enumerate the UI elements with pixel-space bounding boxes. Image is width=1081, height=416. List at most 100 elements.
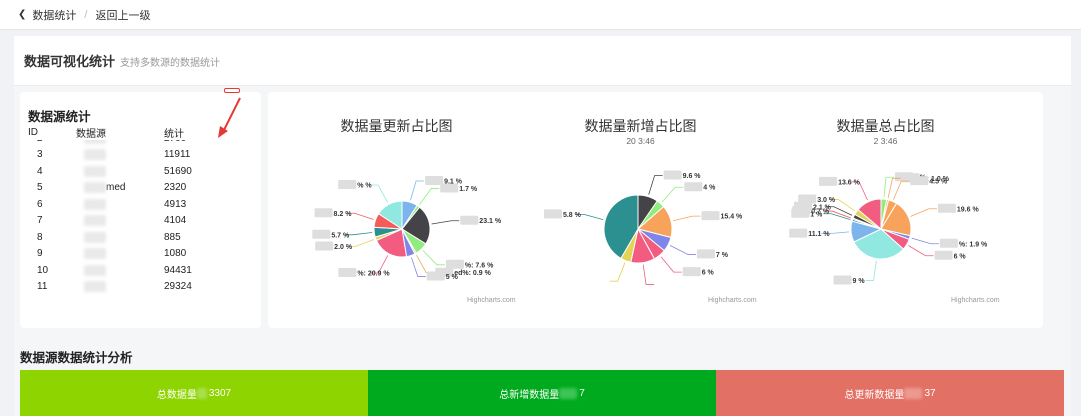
table-row: 8 885 (28, 229, 248, 246)
cell-name (76, 140, 164, 144)
analysis-title: 数据源数据统计分析 (20, 351, 133, 365)
chart-credit[interactable]: Highcharts.com (467, 297, 516, 304)
redacted-mask (426, 271, 445, 281)
redacted-mask (196, 387, 207, 399)
data-label: 2.1 % (813, 204, 832, 211)
cell-id: 9 (37, 248, 43, 260)
connector-line (910, 208, 937, 217)
cell-id: 8 (37, 231, 43, 243)
cell-count: 885 (164, 231, 181, 243)
cell-name-text: med (106, 182, 126, 194)
connector-line (370, 184, 389, 203)
cell-name (76, 231, 164, 243)
table-body[interactable]: 2 2700 3 11911 4 51690 5 med 2320 6 4913 7 4104 8 885 9… (28, 140, 248, 325)
cell-id: 10 (37, 264, 49, 276)
back-link[interactable]: ❮ 数据统计 (18, 7, 76, 23)
cell-id: 2 (28, 140, 76, 144)
cell-name (76, 198, 164, 210)
data-label: % % (357, 183, 372, 190)
chart-total: 3 %%: 1.0 %4.5 %19.6 %%: 1.9 %6 %9 %11.1… (763, 92, 1008, 328)
stat-updated: 总更新数据量 37 (716, 370, 1064, 416)
data-label: 9 % (853, 278, 866, 285)
connector-line (908, 245, 934, 257)
cell-name (76, 248, 164, 260)
connector-line (672, 215, 701, 222)
main-panel: 数据可视化统计 支持多数源的数据统计 数据源统计 ID 数据源 统计 22700… (14, 36, 1071, 416)
table-row: 4 51690 (28, 163, 248, 180)
cell-count: 11911 (164, 149, 191, 161)
chart-credit[interactable]: Highcharts.com (951, 297, 1000, 304)
cell-name (76, 281, 164, 293)
connector-line (893, 180, 910, 200)
stat-label: 总更新数据量 (844, 389, 905, 401)
redacted-mask (84, 215, 106, 227)
page-subtitle: 支持多数源的数据统计 (120, 58, 221, 69)
data-label: ed%: 0.9 % (454, 270, 491, 277)
cell-id: 11 (37, 281, 48, 293)
connector-line (669, 244, 696, 255)
back-label: 数据统计 (32, 9, 77, 22)
cell-count: 29324 (164, 281, 192, 293)
column-header-id: ID (28, 127, 38, 138)
data-label: 7 % (716, 252, 729, 259)
stat-label: 总数据量 (156, 389, 197, 401)
chart-title: 数据量更新占比图 (340, 118, 453, 134)
cell-name: med (76, 182, 164, 193)
table-row: 3 11911 (28, 147, 248, 164)
connector-line (648, 175, 663, 195)
datasource-table: ID 数据源 统计 227003119114516905med232064913… (28, 125, 248, 325)
cell-id: 4 (37, 165, 43, 177)
redacted-mask (445, 259, 464, 269)
chart-new: 9.6 % 4 % 15.4 % 7 % 6 % 5.8 % 数据量新增占比图 20 3:… (518, 92, 763, 328)
cell-count: 4913 (164, 198, 187, 210)
charts-card: 9.1 % 1.7 % 23.1 %%: 7.6 % ed%: 0.9 % 5 %%: … (268, 92, 1043, 328)
data-label: 11.1 % (808, 231, 830, 238)
cell-id: 7 (37, 215, 43, 227)
connector-line (865, 260, 877, 281)
page-title: 数据可视化统计 (24, 54, 116, 69)
cell-name (76, 264, 164, 276)
cell-count: 51690 (164, 165, 192, 177)
column-header-name: 数据源 (76, 129, 106, 140)
connector-line (609, 262, 626, 282)
chart-credit[interactable]: Highcharts.com (708, 297, 757, 304)
cell-name (76, 215, 164, 227)
redacted-mask (315, 241, 334, 251)
data-label: 3.0 % (817, 197, 836, 204)
chart-subtitle: 20 3:46 (626, 136, 655, 146)
redacted-mask (798, 194, 817, 204)
redacted-mask (338, 180, 357, 190)
cell-count: 1080 (164, 248, 187, 260)
redacted-mask (84, 198, 106, 210)
redacted-mask (939, 238, 958, 248)
redacted-mask (789, 228, 808, 238)
cell-id: 6 (37, 198, 43, 210)
back-up-link[interactable]: 返回上一级 (95, 7, 150, 23)
connector-line (661, 186, 684, 203)
data-label: 13.6 % (838, 179, 861, 186)
redacted-mask (819, 176, 838, 186)
connector-line (419, 188, 440, 205)
cell-id: 3 (37, 149, 43, 161)
data-label: 4.5 % (929, 179, 948, 186)
stat-total: 总数据量 3307 (20, 370, 368, 416)
data-label: %: 7.6 % (465, 262, 494, 269)
table-row: 7 4104 (28, 213, 248, 230)
data-label: 6 % (954, 253, 967, 260)
data-label: 1.7 % (459, 186, 478, 193)
arrow-annotation-icon (218, 97, 241, 138)
data-label: 5.8 % (563, 212, 582, 219)
redacted-mask (84, 248, 106, 260)
chart-title: 数据量总占比图 (836, 118, 935, 134)
data-label: 5 % (446, 274, 459, 281)
redacted-mask (314, 208, 333, 218)
data-label: 23.1 % (479, 218, 502, 225)
redacted-mask (440, 183, 459, 193)
redacted-mask (84, 231, 106, 243)
redacted-mask (559, 387, 578, 399)
stat-value: 7 (579, 387, 585, 399)
connector-line (642, 264, 655, 285)
breadcrumb: ❮ 数据统计 / 返回上一级 (0, 0, 1081, 30)
data-label: 5.7 % (331, 232, 350, 239)
chart-update: 9.1 % 1.7 % 23.1 %%: 7.6 % ed%: 0.9 % 5 %%: … (274, 92, 519, 328)
